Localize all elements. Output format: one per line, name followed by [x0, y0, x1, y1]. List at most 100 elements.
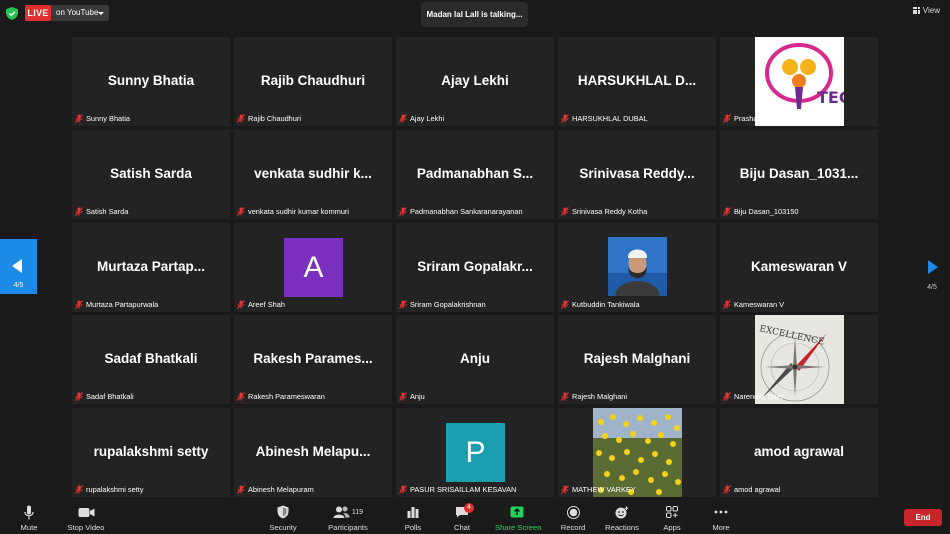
- mute-button[interactable]: Mute: [14, 504, 44, 532]
- record-icon: [566, 505, 580, 519]
- more-dots-icon: [714, 510, 728, 514]
- participant-tile[interactable]: A Areef Shah: [234, 223, 392, 312]
- more-button[interactable]: More: [708, 504, 734, 532]
- participant-tile[interactable]: Padmanabhan S... Padmanabhan Sankaranara…: [396, 130, 554, 219]
- participant-tile[interactable]: Sriram Gopalakr... Sriram Gopalakrishnan: [396, 223, 554, 312]
- polls-button[interactable]: Polls: [400, 504, 426, 532]
- muted-mic-icon: [723, 392, 731, 401]
- participant-tile[interactable]: MATHEW VARKEY: [558, 408, 716, 497]
- record-button[interactable]: Record: [558, 504, 588, 532]
- participant-tile[interactable]: Rajesh Malghani Rajesh Malghani: [558, 315, 716, 404]
- end-meeting-button[interactable]: End: [904, 509, 942, 526]
- arrow-left-icon: [12, 259, 22, 273]
- participant-name-bar: Kameswaran V: [723, 299, 784, 310]
- participant-name: Rajesh Malghani: [572, 392, 628, 401]
- participant-tile[interactable]: Sadaf Bhatkali Sadaf Bhatkali: [72, 315, 230, 404]
- participant-name-bar: amod agrawal: [723, 484, 780, 495]
- participant-display-name: HARSUKHLAL D...: [577, 73, 697, 88]
- participant-tile[interactable]: Kutbuddin Tankiwala: [558, 223, 716, 312]
- participant-tile[interactable]: venkata sudhir k... venkata sudhir kumar…: [234, 130, 392, 219]
- tec-logo-text: TEC: [817, 88, 844, 107]
- participants-icon: [333, 506, 350, 518]
- participant-name: Padmanabhan Sankaranarayanan: [410, 207, 523, 216]
- participant-name-bar: Kutbuddin Tankiwala: [561, 299, 640, 310]
- participant-display-name: Abinesh Melapu...: [255, 444, 371, 459]
- participant-name-bar: Sadaf Bhatkali: [75, 391, 134, 402]
- participant-name-bar: PASUR SRISAILLAM KESAVAN: [399, 484, 516, 495]
- muted-mic-icon: [561, 207, 569, 216]
- participant-name-bar: Srinivasa Reddy Kotha: [561, 206, 647, 217]
- participant-name-bar: rupalakshmi setty: [75, 484, 144, 495]
- chevron-down-icon: [98, 12, 104, 15]
- participant-tile[interactable]: Rakesh Parames... Rakesh Parameswaran: [234, 315, 392, 404]
- participant-tile[interactable]: Sunny Bhatia Sunny Bhatia: [72, 37, 230, 126]
- mute-label: Mute: [20, 523, 38, 532]
- participant-name-bar: Narendra Tater: [723, 391, 783, 402]
- participant-display-name: Sriram Gopalakr...: [417, 259, 533, 274]
- participant-display-name: Ajay Lekhi: [441, 73, 509, 88]
- stop-video-button[interactable]: Stop Video: [64, 504, 108, 532]
- participant-tile[interactable]: Biju Dasan_1031... Biju Dasan_103150: [720, 130, 878, 219]
- participant-name: Sunny Bhatia: [86, 114, 130, 123]
- participant-name: Srinivasa Reddy Kotha: [572, 207, 648, 216]
- grid-view-icon: [912, 7, 920, 14]
- live-badge[interactable]: LIVE: [25, 5, 51, 21]
- participant-name: Biju Dasan_103150: [734, 207, 799, 216]
- muted-mic-icon: [237, 300, 245, 309]
- reactions-smiley-icon: [615, 506, 629, 518]
- share-screen-button[interactable]: Share Screen: [495, 504, 541, 532]
- participant-name: Narendra Tater: [734, 392, 784, 401]
- apps-button[interactable]: Apps: [660, 504, 684, 532]
- participant-tile[interactable]: rupalakshmi setty rupalakshmi setty: [72, 408, 230, 497]
- meeting-toolbar: Mute Stop Video Security 119 Participant…: [0, 500, 950, 534]
- muted-mic-icon: [75, 207, 83, 216]
- muted-mic-icon: [237, 207, 245, 216]
- participant-name-bar: Biju Dasan_103150: [723, 206, 799, 217]
- participant-tile[interactable]: P PASUR SRISAILLAM KESAVAN: [396, 408, 554, 497]
- participant-name-bar: Satish Sarda: [75, 206, 128, 217]
- participant-name: Prashantha Shetty: [734, 114, 795, 123]
- participant-tile[interactable]: HARSUKHLAL D... HARSUKHLAL DUBAL: [558, 37, 716, 126]
- participant-name-bar: Anju: [399, 391, 425, 402]
- participant-name-bar: Areef Shah: [237, 299, 285, 310]
- reactions-button[interactable]: Reactions: [604, 504, 640, 532]
- participant-tile[interactable]: Kameswaran V Kameswaran V: [720, 223, 878, 312]
- participant-tile[interactable]: Srinivasa Reddy... Srinivasa Reddy Kotha: [558, 130, 716, 219]
- chat-button[interactable]: 4 Chat: [449, 503, 475, 532]
- participant-name-bar: Padmanabhan Sankaranarayanan: [399, 206, 523, 217]
- stop-video-label: Stop Video: [67, 523, 105, 532]
- participant-display-name: Sunny Bhatia: [107, 73, 195, 88]
- participant-tile[interactable]: Satish Sarda Satish Sarda: [72, 130, 230, 219]
- participants-button[interactable]: 119 Participants: [326, 504, 370, 532]
- muted-mic-icon: [75, 485, 83, 494]
- participant-tile[interactable]: EXCELLENCE Narendra Tater: [720, 315, 878, 404]
- next-page-button[interactable]: 4/5: [918, 252, 946, 296]
- previous-page-button[interactable]: 4/5: [0, 239, 37, 294]
- participant-name-bar: Prashantha Shetty: [723, 113, 795, 124]
- participant-name: Sriram Gopalakrishnan: [410, 300, 486, 309]
- participant-tile[interactable]: Murtaza Partap... Murtaza Partapurwala: [72, 223, 230, 312]
- muted-mic-icon: [561, 485, 569, 494]
- muted-mic-icon: [561, 300, 569, 309]
- polls-label: Polls: [404, 523, 422, 532]
- muted-mic-icon: [237, 485, 245, 494]
- muted-mic-icon: [237, 114, 245, 123]
- participant-tile[interactable]: Ajay Lekhi Ajay Lekhi: [396, 37, 554, 126]
- participant-tile[interactable]: amod agrawal amod agrawal: [720, 408, 878, 497]
- record-label: Record: [560, 523, 586, 532]
- profile-photo: [608, 237, 667, 296]
- participants-count: 119: [351, 508, 364, 516]
- muted-mic-icon: [399, 392, 407, 401]
- live-destination-dropdown[interactable]: on YouTube: [51, 5, 109, 21]
- participant-display-name: Murtaza Partap...: [96, 259, 206, 274]
- participant-tile[interactable]: Rajib Chaudhuri Rajib Chaudhuri: [234, 37, 392, 126]
- participant-tile[interactable]: Abinesh Melapu... Abinesh Melapuram: [234, 408, 392, 497]
- participant-tile[interactable]: TEC Prashantha Shetty: [720, 37, 878, 126]
- participant-name: Areef Shah: [248, 300, 285, 309]
- page-indicator: 4/5: [13, 282, 24, 289]
- security-button[interactable]: Security: [266, 504, 300, 532]
- muted-mic-icon: [399, 300, 407, 309]
- view-button[interactable]: View: [912, 6, 940, 15]
- participant-tile[interactable]: Anju Anju: [396, 315, 554, 404]
- view-label: View: [922, 6, 940, 15]
